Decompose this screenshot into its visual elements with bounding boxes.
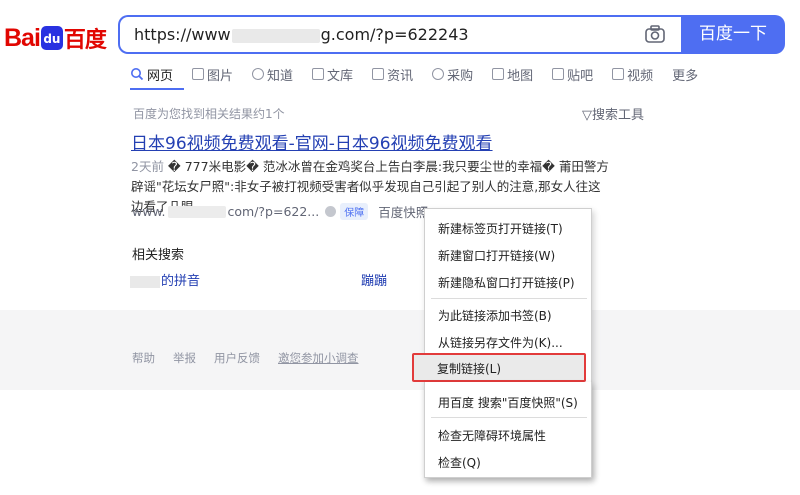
tab-images[interactable]: 图片	[192, 64, 233, 84]
redacted-block	[231, 28, 320, 43]
search-icon	[131, 68, 144, 81]
result-date: 2天前	[131, 159, 164, 174]
tab-video[interactable]: 视频	[612, 64, 653, 84]
result-title-link[interactable]: 日本96视频免费观看-官网-日本96视频免费观看	[131, 129, 493, 154]
related-search-item[interactable]: 的拼音	[130, 270, 200, 289]
result-url-row: www. com/?p=622... 保障 百度快照	[132, 202, 428, 221]
video-icon	[612, 68, 625, 80]
shield-icon[interactable]	[325, 206, 337, 217]
menu-item-save-link-as[interactable]: 从链接另存文件为(K)...	[438, 334, 563, 351]
menu-item-open-new-window[interactable]: 新建窗口打开链接(W)	[438, 247, 555, 264]
tab-label: 地图	[507, 68, 534, 84]
filter-icon: ▽	[582, 108, 592, 123]
related-search-item[interactable]: 蹦蹦	[361, 270, 387, 289]
paw-icon: du	[40, 26, 63, 50]
guarantee-badge[interactable]: 保障	[340, 203, 369, 220]
footer-help-link[interactable]: 帮助	[132, 350, 155, 366]
tab-label: 视频	[627, 68, 654, 84]
question-icon	[252, 68, 265, 80]
footer-links: 帮助 举报 用户反馈 邀您参加小调查	[132, 350, 377, 366]
logo-text-bai: Bai	[4, 23, 41, 52]
tab-label: 资讯	[387, 68, 414, 84]
map-icon	[492, 68, 505, 80]
result-url-suffix: com/?p=622...	[227, 204, 320, 219]
tab-purchase[interactable]: 采购	[432, 64, 473, 84]
tab-wenku[interactable]: 文库	[312, 64, 353, 84]
tieba-icon	[552, 68, 565, 80]
menu-item-bookmark-link[interactable]: 为此链接添加书签(B)	[438, 307, 552, 324]
baidu-logo[interactable]: Bai du 百度	[4, 22, 107, 54]
tab-more[interactable]: 更多	[672, 64, 698, 84]
redacted-block	[167, 205, 226, 218]
image-icon	[192, 68, 205, 80]
tab-map[interactable]: 地图	[492, 64, 533, 84]
search-button[interactable]: 百度一下	[681, 15, 785, 54]
tab-label: 采购	[447, 68, 474, 84]
tab-label: 贴吧	[567, 68, 594, 84]
context-menu-lower: 用百度 搜索"百度快照"(S) 检查无障碍环境属性 检查(Q)	[424, 382, 592, 478]
search-tabs: 网页 图片 知道 文库 资讯 采购 地图 贴吧 视频 更多	[130, 64, 717, 84]
news-icon	[372, 68, 385, 80]
purchase-icon	[432, 68, 445, 80]
search-tools-button[interactable]: ▽搜索工具	[582, 104, 644, 123]
menu-item-open-new-tab[interactable]: 新建标签页打开链接(T)	[438, 220, 563, 237]
menu-item-inspect-accessibility[interactable]: 检查无障碍环境属性	[438, 427, 546, 444]
search-input[interactable]: https://www g.com/?p=622243	[118, 15, 681, 54]
tab-label: 知道	[267, 68, 294, 84]
menu-item-inspect[interactable]: 检查(Q)	[438, 454, 481, 471]
footer: 帮助 举报 用户反馈 邀您参加小调查	[0, 310, 800, 390]
related-search-label: 的拼音	[161, 274, 201, 289]
url-suffix: g.com/?p=622243	[320, 25, 469, 44]
related-searches-title: 相关搜索	[132, 248, 185, 263]
tab-news[interactable]: 资讯	[372, 64, 413, 84]
search-tools-label: 搜索工具	[592, 108, 645, 123]
tab-label: 网页	[147, 68, 174, 84]
tab-tieba[interactable]: 贴吧	[552, 64, 593, 84]
tab-zhidao[interactable]: 知道	[252, 64, 293, 84]
search-input-value: https://www g.com/?p=622243	[134, 25, 469, 44]
menu-separator	[431, 417, 587, 418]
logo-text-cn: 百度	[63, 28, 107, 53]
menu-item-copy-link-highlight[interactable]: 复制链接(L)	[412, 353, 586, 382]
menu-item-open-private-window[interactable]: 新建隐私窗口打开链接(P)	[438, 274, 575, 291]
menu-item-search-baidu[interactable]: 用百度 搜索"百度快照"(S)	[438, 394, 578, 411]
footer-feedback-link[interactable]: 用户反馈	[214, 350, 260, 366]
document-icon	[312, 68, 325, 80]
footer-report-link[interactable]: 举报	[173, 350, 196, 366]
tab-label: 图片	[207, 68, 234, 84]
tab-web[interactable]: 网页	[130, 64, 173, 84]
result-url-prefix: www.	[132, 204, 166, 219]
redacted-block	[130, 275, 160, 288]
tab-label: 更多	[672, 68, 699, 84]
footer-survey-link[interactable]: 邀您参加小调查	[278, 350, 359, 366]
active-tab-indicator	[130, 88, 184, 90]
snapshot-link[interactable]: 百度快照	[378, 202, 428, 221]
url-prefix: https://www	[134, 25, 231, 44]
camera-icon[interactable]	[645, 25, 665, 43]
result-count: 百度为您找到相关结果约1个	[133, 107, 285, 121]
menu-separator	[431, 298, 587, 299]
tab-label: 文库	[327, 68, 354, 84]
menu-item-copy-link[interactable]: 复制链接(L)	[437, 360, 501, 377]
